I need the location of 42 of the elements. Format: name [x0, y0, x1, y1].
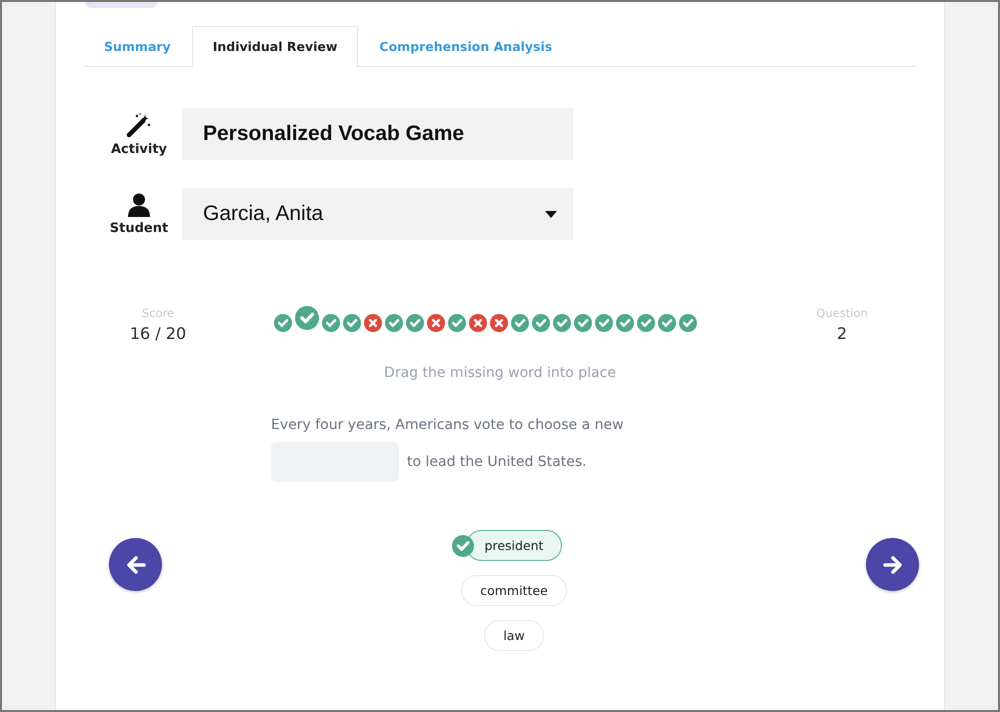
field-label: Activity [110, 142, 168, 156]
sentence-text: to lead the United States. [407, 454, 587, 470]
correct-icon[interactable] [532, 314, 550, 332]
score-label: Score [142, 306, 174, 320]
correct-icon[interactable] [594, 314, 612, 332]
correct-icon[interactable] [552, 314, 570, 332]
correct-icon[interactable] [294, 306, 318, 330]
correct-icon[interactable] [384, 314, 402, 332]
person-icon [128, 192, 150, 216]
wrong-icon[interactable] [468, 314, 486, 332]
arrow-right-icon [882, 556, 902, 574]
student-dropdown[interactable]: Garcia, Anita [182, 188, 573, 240]
caret-icon [545, 210, 557, 218]
tab[interactable]: Individual Review [192, 26, 358, 67]
correct-icon[interactable] [274, 314, 292, 332]
word-chip[interactable]: law [484, 620, 544, 651]
instruction-text: Drag the missing word into place [383, 365, 617, 381]
correct-icon[interactable] [510, 314, 528, 332]
correct-icon[interactable] [322, 314, 340, 332]
wrong-icon[interactable] [426, 314, 444, 332]
correct-icon[interactable] [616, 314, 634, 332]
check-icon [452, 534, 474, 556]
correct-icon[interactable] [342, 314, 360, 332]
sentence-text: Every four years, Americans vote to choose a new [271, 417, 625, 433]
arrow-left-icon [126, 556, 146, 574]
correct-icon[interactable] [448, 314, 466, 332]
next-button[interactable] [866, 538, 919, 591]
word-chip[interactable]: committee [461, 575, 567, 606]
correct-icon[interactable] [678, 314, 696, 332]
wrong-icon[interactable] [364, 314, 382, 332]
previous-button[interactable] [109, 538, 162, 591]
correct-icon[interactable] [574, 314, 592, 332]
correct-icon[interactable] [658, 314, 676, 332]
wrong-icon[interactable] [490, 314, 508, 332]
correct-icon[interactable] [636, 314, 654, 332]
activity-field: Personalized Vocab Game [182, 108, 573, 160]
correct-icon[interactable] [406, 314, 424, 332]
magic-wand-icon [126, 112, 152, 138]
question-label: Question [816, 306, 868, 320]
question-number: 2 [836, 324, 848, 343]
score-value: 16 / 20 [130, 324, 186, 343]
field-label: Student [110, 220, 168, 236]
